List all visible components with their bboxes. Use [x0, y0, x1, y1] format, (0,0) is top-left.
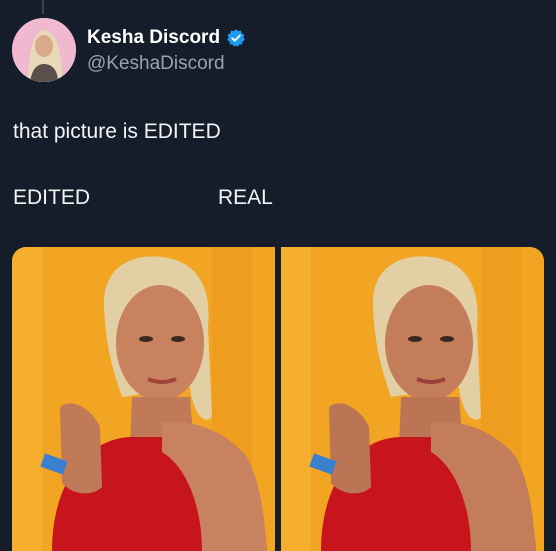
tweet-text: that picture is EDITED	[13, 120, 221, 143]
author-display-name[interactable]: Kesha Discord	[87, 27, 220, 49]
real-label: REAL	[218, 186, 273, 209]
edited-label: EDITED	[13, 186, 91, 209]
media-grid	[12, 247, 544, 551]
display-name-row[interactable]: Kesha Discord	[87, 27, 246, 49]
author-avatar[interactable]	[12, 18, 76, 82]
thread-connector	[42, 0, 44, 14]
portrait-photo-icon	[12, 247, 275, 551]
portrait-photo-icon	[281, 247, 544, 551]
real-photo[interactable]	[281, 247, 544, 551]
verified-badge-icon	[227, 29, 245, 47]
author-handle[interactable]: @KeshaDiscord	[87, 53, 225, 75]
edited-photo[interactable]	[12, 247, 275, 551]
avatar-photo-icon	[12, 18, 76, 82]
